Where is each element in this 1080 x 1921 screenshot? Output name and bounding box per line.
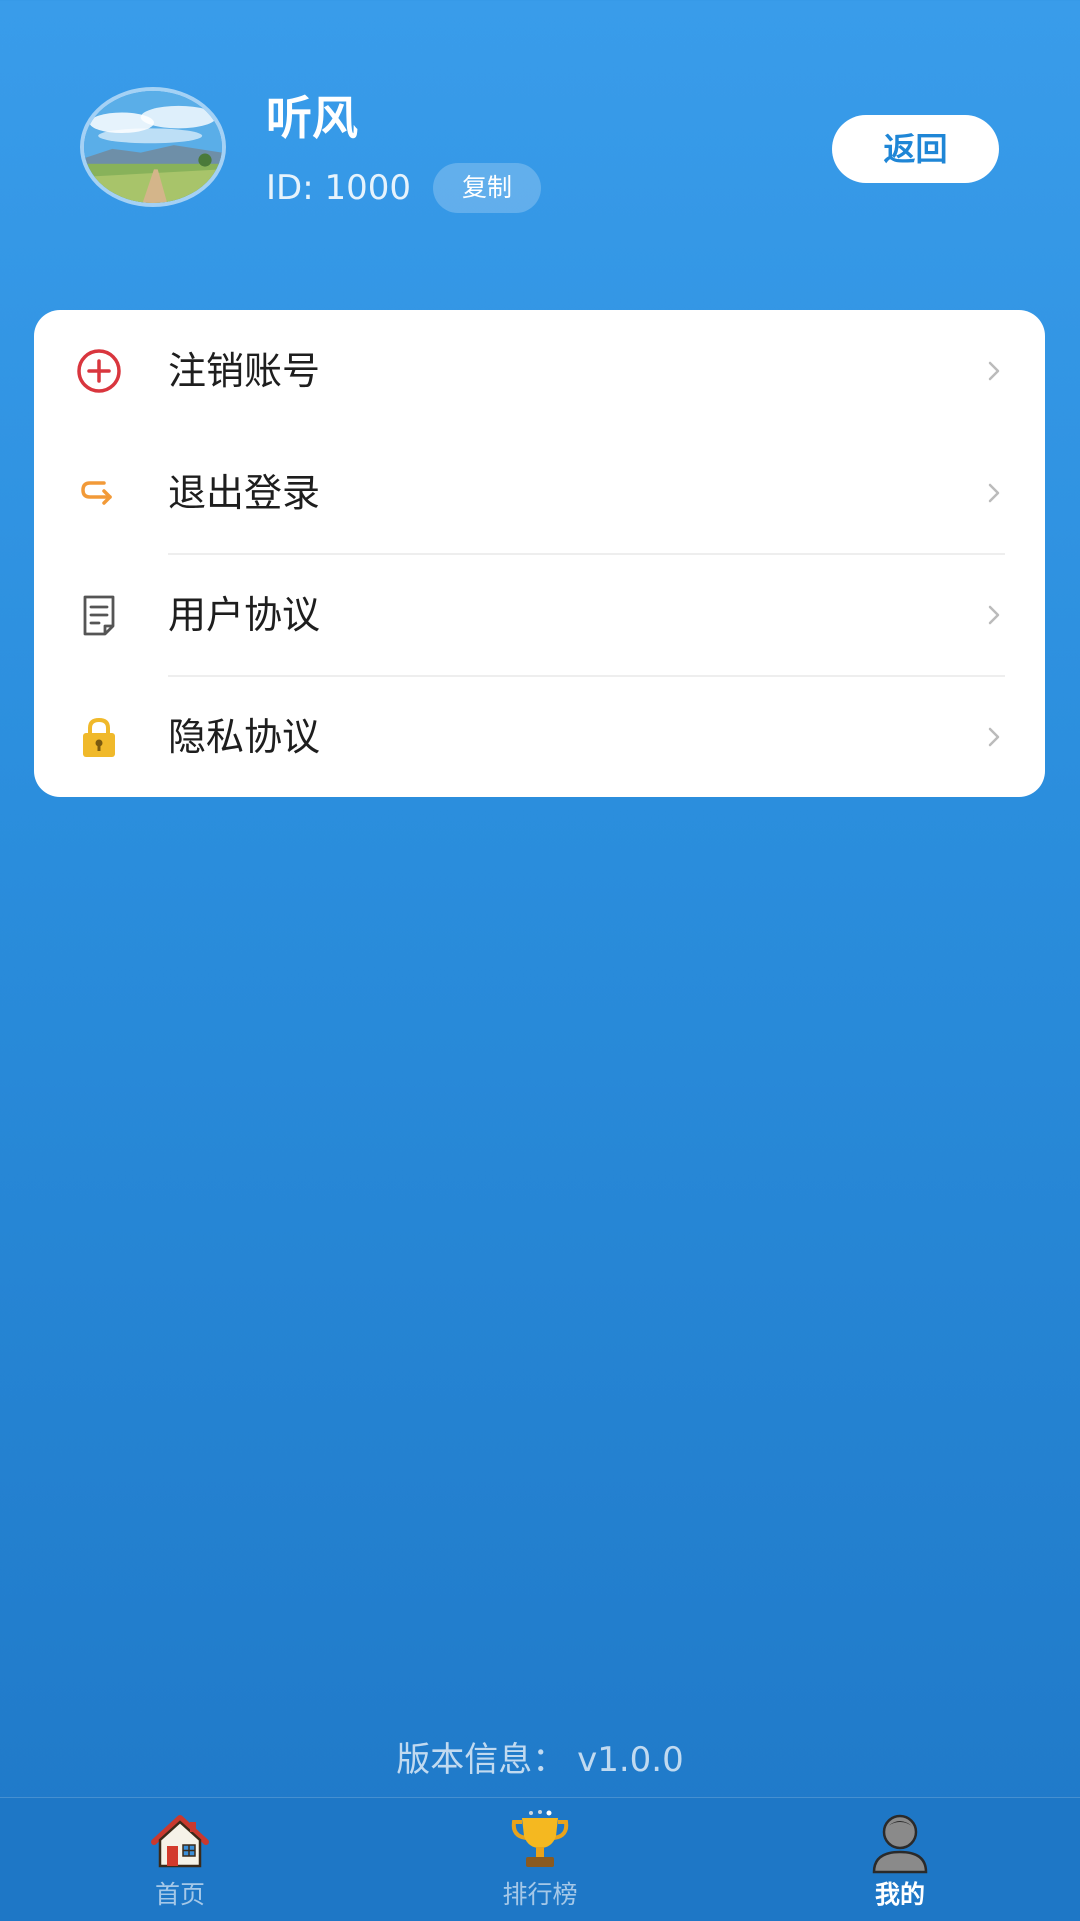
nav-tab-ranking[interactable]: 排行榜 — [440, 1798, 640, 1921]
menu-item-privacy-policy[interactable]: 隐私协议 — [34, 676, 1045, 797]
document-icon — [74, 590, 124, 640]
user-id: ID: 1000 — [266, 168, 411, 208]
menu-item-label: 用户协议 — [168, 593, 321, 637]
version-info: 版本信息： v1.0.0 — [396, 1740, 684, 1780]
menu-item-cancel-account[interactable]: 注销账号 — [34, 310, 1045, 432]
chevron-right-icon — [981, 602, 1007, 628]
back-button[interactable]: 返回 — [832, 115, 999, 183]
menu-item-label: 隐私协议 — [168, 715, 321, 759]
user-avatar-icon — [868, 1810, 932, 1874]
avatar[interactable] — [80, 87, 226, 207]
nav-tab-label: 我的 — [874, 1880, 925, 1909]
menu-item-logout[interactable]: 退出登录 — [34, 432, 1045, 554]
chevron-right-icon — [981, 480, 1007, 506]
settings-menu-card: 注销账号 退出登录 用户协议 隐私协议 — [34, 310, 1045, 797]
username: 听风 — [266, 91, 358, 145]
copy-id-button[interactable]: 复制 — [433, 163, 541, 213]
bottom-nav-bar: 首页 排行榜 我的 — [0, 1797, 1080, 1921]
menu-item-user-agreement[interactable]: 用户协议 — [34, 554, 1045, 676]
chevron-right-icon — [981, 724, 1007, 750]
house-icon — [148, 1810, 212, 1874]
nav-tab-home[interactable]: 首页 — [80, 1798, 280, 1921]
trophy-icon — [508, 1810, 572, 1874]
menu-item-label: 注销账号 — [168, 349, 321, 393]
nav-tab-label: 首页 — [154, 1880, 205, 1909]
nav-tab-label: 排行榜 — [502, 1880, 578, 1909]
nav-tab-mine[interactable]: 我的 — [800, 1798, 1000, 1921]
lock-icon — [74, 712, 124, 762]
chevron-right-icon — [981, 358, 1007, 384]
circle-plus-icon — [74, 346, 124, 396]
logout-arrow-icon — [74, 468, 124, 518]
menu-item-label: 退出登录 — [168, 471, 321, 515]
